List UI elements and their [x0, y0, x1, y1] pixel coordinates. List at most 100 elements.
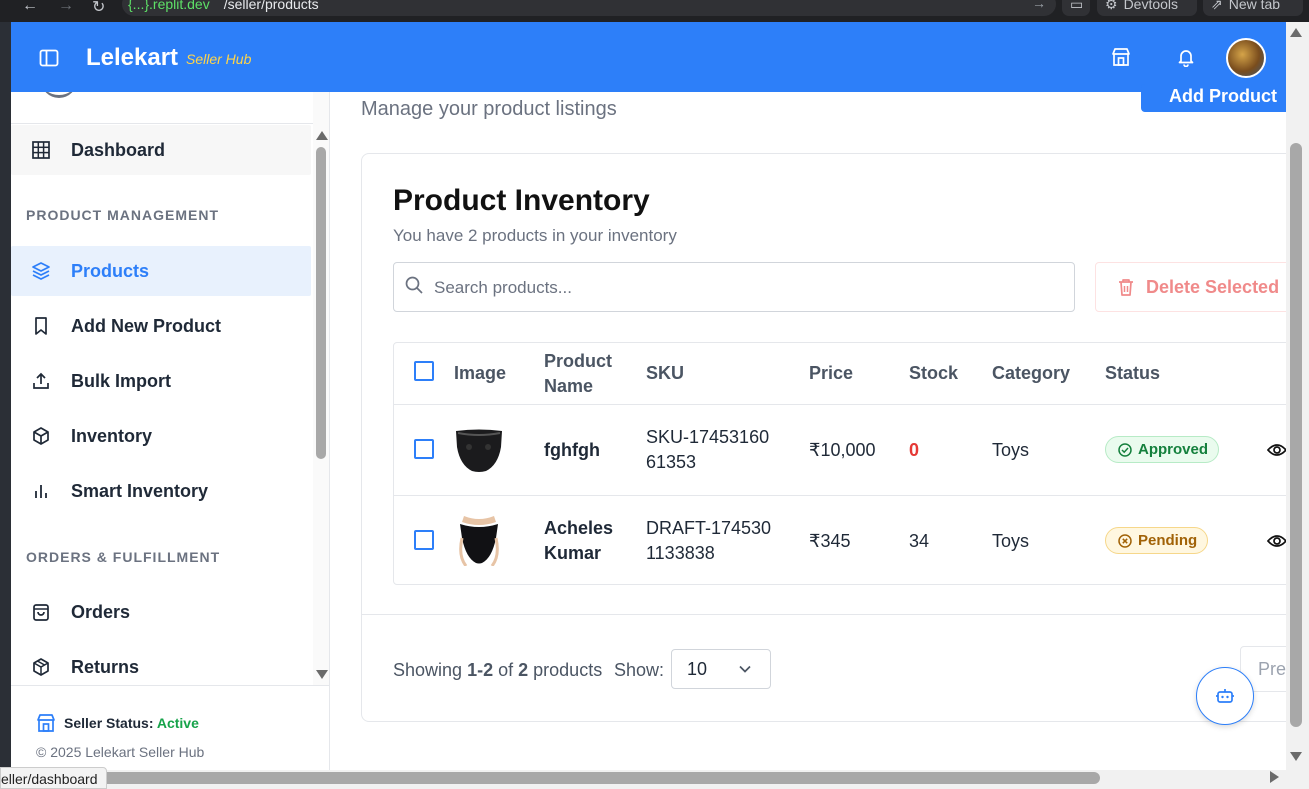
status-label: Approved: [1138, 441, 1209, 458]
scrollbar-thumb[interactable]: [316, 147, 326, 459]
page-horizontal-scrollbar[interactable]: [0, 770, 1309, 789]
product-sku: SKU-1745316061353: [646, 427, 770, 472]
scroll-up-icon[interactable]: [1290, 28, 1302, 37]
seller-status-label: Seller Status:: [64, 715, 154, 731]
sidebar-item-products[interactable]: Products: [11, 246, 311, 296]
bell-icon[interactable]: [1176, 47, 1196, 67]
select-all-checkbox[interactable]: [414, 361, 434, 381]
column-header-product-name[interactable]: Product Name: [544, 343, 614, 404]
main-content: Manage your product listings Add Product…: [331, 84, 1286, 770]
product-sku: DRAFT-1745301133838: [646, 518, 772, 563]
bot-icon: [1216, 689, 1234, 703]
sidebar-item-add-new-product[interactable]: Add New Product: [11, 301, 311, 351]
sidebar-item-inventory[interactable]: Inventory: [11, 411, 311, 461]
go-icon[interactable]: →: [1032, 0, 1046, 11]
store-icon[interactable]: [1111, 47, 1131, 67]
devtools-button[interactable]: ⚙ Devtools: [1097, 0, 1197, 16]
back-icon[interactable]: ←: [22, 0, 38, 15]
sidebar-item-label: Add New Product: [71, 315, 222, 336]
eye-icon[interactable]: [1267, 442, 1286, 458]
address-bar[interactable]: {...}.replit.dev /seller/products →: [122, 0, 1056, 16]
cast-icon[interactable]: ▭: [1062, 0, 1090, 16]
table-row[interactable]: fghfgh SKU-1745316061353 ₹10,000 0 Toys …: [394, 404, 1286, 495]
forward-icon[interactable]: →: [58, 0, 74, 15]
sidebar-item-dashboard[interactable]: Dashboard: [11, 125, 311, 175]
shopping-bag-icon: [33, 604, 49, 621]
search-placeholder: Search products...: [434, 278, 572, 297]
sidebar-nav: Dashboard PRODUCT MANAGEMENT Products Ad…: [11, 92, 313, 685]
devtools-label: Devtools: [1123, 0, 1179, 12]
product-category: Toys: [992, 531, 1030, 551]
showing-of: of: [498, 660, 514, 680]
column-header-image: Image: [454, 363, 507, 383]
layers-icon: [32, 262, 50, 280]
new-tab-button[interactable]: ⇗ New tab: [1203, 0, 1303, 16]
scroll-down-icon[interactable]: [1290, 752, 1302, 761]
brand-subtitle: Seller Hub: [186, 51, 252, 67]
brand-logo[interactable]: Lelekart: [86, 44, 178, 72]
new-tab-label: New tab: [1228, 0, 1281, 12]
product-image[interactable]: [454, 516, 504, 566]
package-icon: [33, 658, 49, 676]
delete-selected-button[interactable]: Delete Selected: [1095, 262, 1286, 312]
page-vertical-scrollbar[interactable]: [1286, 22, 1309, 770]
sidebar-item-bulk-import[interactable]: Bulk Import: [11, 356, 311, 406]
sidebar-item-smart-inventory[interactable]: Smart Inventory: [11, 466, 311, 516]
section-orders-fulfillment: ORDERS & FULFILLMENT: [26, 549, 221, 565]
sidebar-footer: Seller Status: Active © 2025 Lelekart Se…: [11, 685, 330, 770]
sidebar-item-label: Dashboard: [71, 139, 166, 160]
previous-label: Previous: [1258, 659, 1286, 679]
status-bar-url: eller/dashboard: [0, 767, 107, 789]
column-header-category[interactable]: Category: [992, 343, 1070, 404]
sidebar-toggle-icon[interactable]: [39, 48, 59, 68]
scroll-down-icon[interactable]: [316, 670, 328, 679]
divider: [362, 614, 1286, 615]
page-size-select[interactable]: 10: [671, 649, 771, 689]
page-size-label: Show:: [614, 660, 665, 680]
chat-assistant-button[interactable]: [1196, 667, 1254, 725]
x-circle-icon: [1118, 533, 1132, 548]
external-link-icon: ⇗: [1211, 0, 1223, 12]
column-header-status[interactable]: Status: [1105, 343, 1160, 404]
sidebar-item-label: Orders: [71, 601, 131, 622]
upload-icon: [33, 372, 49, 389]
scrollbar-thumb[interactable]: [45, 772, 1100, 784]
add-product-button[interactable]: Add Product: [1141, 84, 1286, 112]
showing-range: 1-2: [467, 660, 494, 680]
search-input[interactable]: Search products...: [393, 262, 1075, 312]
product-image[interactable]: [454, 425, 504, 475]
seller-status: Seller Status: Active: [36, 713, 199, 733]
user-avatar[interactable]: [1226, 38, 1266, 78]
status-label: Pending: [1138, 532, 1198, 549]
divider: [11, 123, 313, 124]
app-frame: Lelekart Seller Hub Dashboard PRODUCT MA…: [11, 22, 1286, 770]
sidebar-item-label: Inventory: [71, 425, 153, 446]
top-header: Lelekart Seller Hub: [11, 22, 1286, 92]
page-subtitle: Manage your product listings: [361, 98, 617, 120]
row-checkbox[interactable]: [414, 530, 434, 550]
scroll-right-icon[interactable]: [1270, 771, 1279, 783]
eye-icon[interactable]: [1267, 533, 1286, 549]
product-name[interactable]: Acheles Kumar: [544, 516, 614, 566]
sidebar-item-orders[interactable]: Orders: [11, 587, 311, 637]
box-icon: [33, 427, 49, 445]
row-checkbox[interactable]: [414, 439, 434, 459]
sidebar-scrollbar[interactable]: [313, 92, 329, 685]
sidebar-item-label: Smart Inventory: [71, 480, 209, 501]
table-row[interactable]: Acheles Kumar DRAFT-1745301133838 ₹345 3…: [394, 495, 1286, 586]
column-header-stock[interactable]: Stock: [909, 343, 958, 404]
sidebar-item-returns[interactable]: Returns: [11, 642, 311, 685]
showing-suffix: products: [533, 660, 603, 680]
url-path: /seller/products: [223, 0, 319, 12]
sidebar-item-label: Bulk Import: [71, 370, 172, 391]
status-badge: Approved: [1105, 436, 1220, 463]
scrollbar-thumb[interactable]: [1290, 143, 1302, 727]
column-header-price[interactable]: Price: [809, 343, 853, 404]
column-header-sku[interactable]: SKU: [646, 343, 684, 404]
product-name[interactable]: fghfgh: [544, 438, 600, 463]
card-subtitle: You have 2 products in your inventory: [393, 226, 677, 245]
add-product-label: Add Product: [1169, 86, 1277, 106]
scroll-up-icon[interactable]: [316, 131, 328, 140]
search-icon: [405, 276, 423, 294]
reload-icon[interactable]: ↻: [92, 0, 105, 17]
